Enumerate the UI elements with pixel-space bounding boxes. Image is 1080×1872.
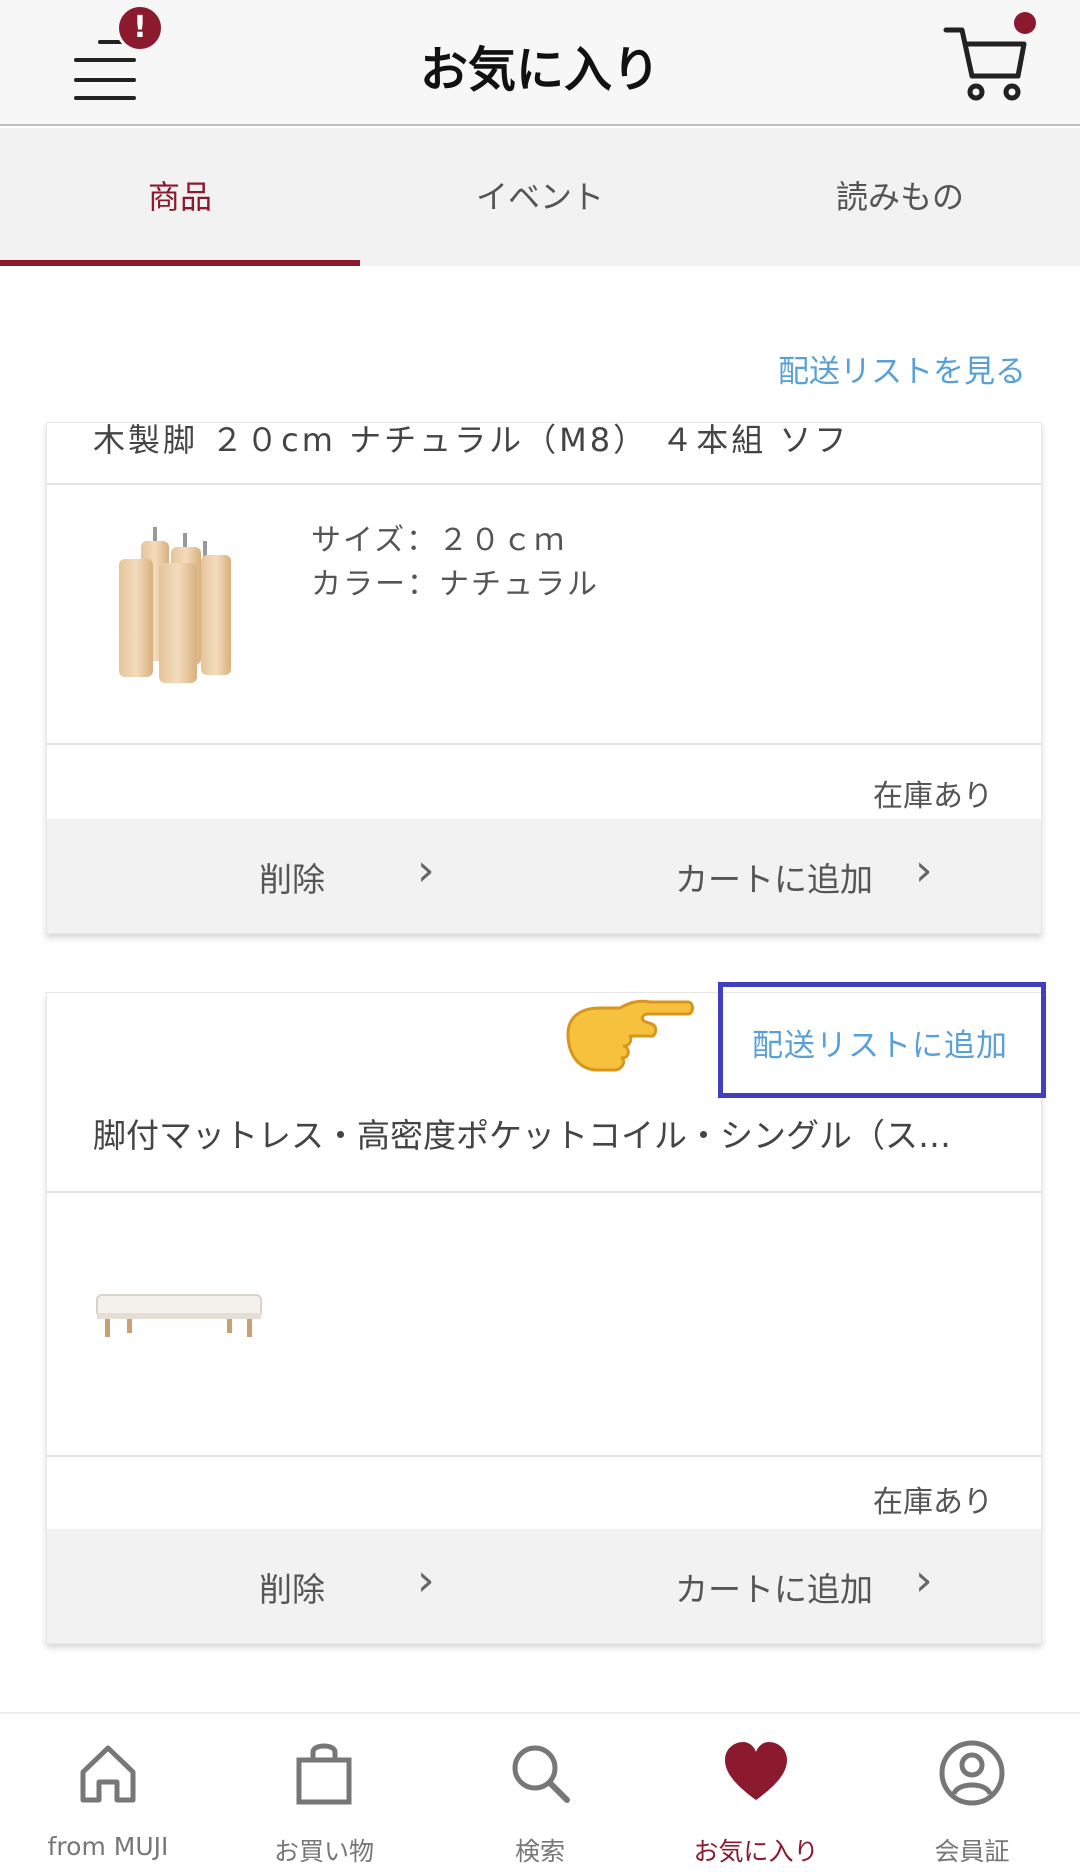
cart-icon[interactable] xyxy=(940,20,1030,106)
pointing-hand-icon xyxy=(566,999,694,1072)
tab-bar: 商品 イベント 読みもの xyxy=(0,128,1080,266)
nav-item-shopping[interactable]: お買い物 xyxy=(216,1714,432,1872)
item-size: サイズ：２０ｃｍ xyxy=(311,523,567,558)
product-image xyxy=(119,527,231,683)
item-title: 木製脚 ２０cm ナチュラル（M8） ４本組 ソフ xyxy=(93,422,850,459)
item-color: カラー：ナチュラル xyxy=(311,567,599,602)
chevron-right-icon: › xyxy=(915,845,933,896)
chevron-right-icon: › xyxy=(417,845,435,896)
add-to-delivery-list-link[interactable]: 配送リストに追加 xyxy=(752,1020,1008,1065)
item-actions: 削除 › カートに追加 › xyxy=(47,1529,1041,1643)
add-to-cart-button[interactable]: カートに追加 › xyxy=(545,1529,1041,1643)
delete-button[interactable]: 削除 › xyxy=(47,1529,545,1643)
item-title: 脚付マットレス・高密度ポケットコイル・シングル（ス… xyxy=(93,1116,951,1155)
nav-item-favorites[interactable]: お気に入り xyxy=(648,1714,864,1872)
tab-events[interactable]: イベント xyxy=(360,128,720,266)
stock-status: 在庫あり xyxy=(873,1485,993,1520)
bottom-navigation: from MUJI お買い物 検索 お気に入り 会員証 xyxy=(0,1712,1080,1872)
nav-item-member[interactable]: 会員証 xyxy=(864,1714,1080,1872)
stock-status: 在庫あり xyxy=(873,779,993,814)
nav-item-search[interactable]: 検索 xyxy=(432,1714,648,1872)
tab-products[interactable]: 商品 xyxy=(0,128,360,266)
shopping-bag-icon xyxy=(296,1743,352,1805)
item-actions: 削除 › カートに追加 › xyxy=(47,819,1041,933)
search-icon xyxy=(512,1745,570,1803)
favorite-item-card: 木製脚 ２０cm ナチュラル（M8） ４本組 ソフ サイズ：２０ｃｍ カラー：ナ… xyxy=(46,422,1042,934)
tab-readings[interactable]: 読みもの xyxy=(720,128,1080,266)
nav-item-from-muji[interactable]: from MUJI xyxy=(0,1714,216,1872)
add-to-cart-button[interactable]: カートに追加 › xyxy=(545,819,1041,933)
chevron-right-icon: › xyxy=(417,1555,435,1606)
home-icon xyxy=(80,1745,136,1803)
product-image xyxy=(96,1294,262,1337)
cart-notification-dot xyxy=(1014,12,1036,34)
view-delivery-list-link[interactable]: 配送リストを見る xyxy=(778,346,1026,391)
member-icon xyxy=(939,1740,1005,1806)
page-title: お気に入り xyxy=(419,42,660,98)
delete-button[interactable]: 削除 › xyxy=(47,819,545,933)
app-header: ! お気に入り xyxy=(0,0,1080,126)
chevron-right-icon: › xyxy=(915,1555,933,1606)
heart-icon xyxy=(725,1742,787,1800)
